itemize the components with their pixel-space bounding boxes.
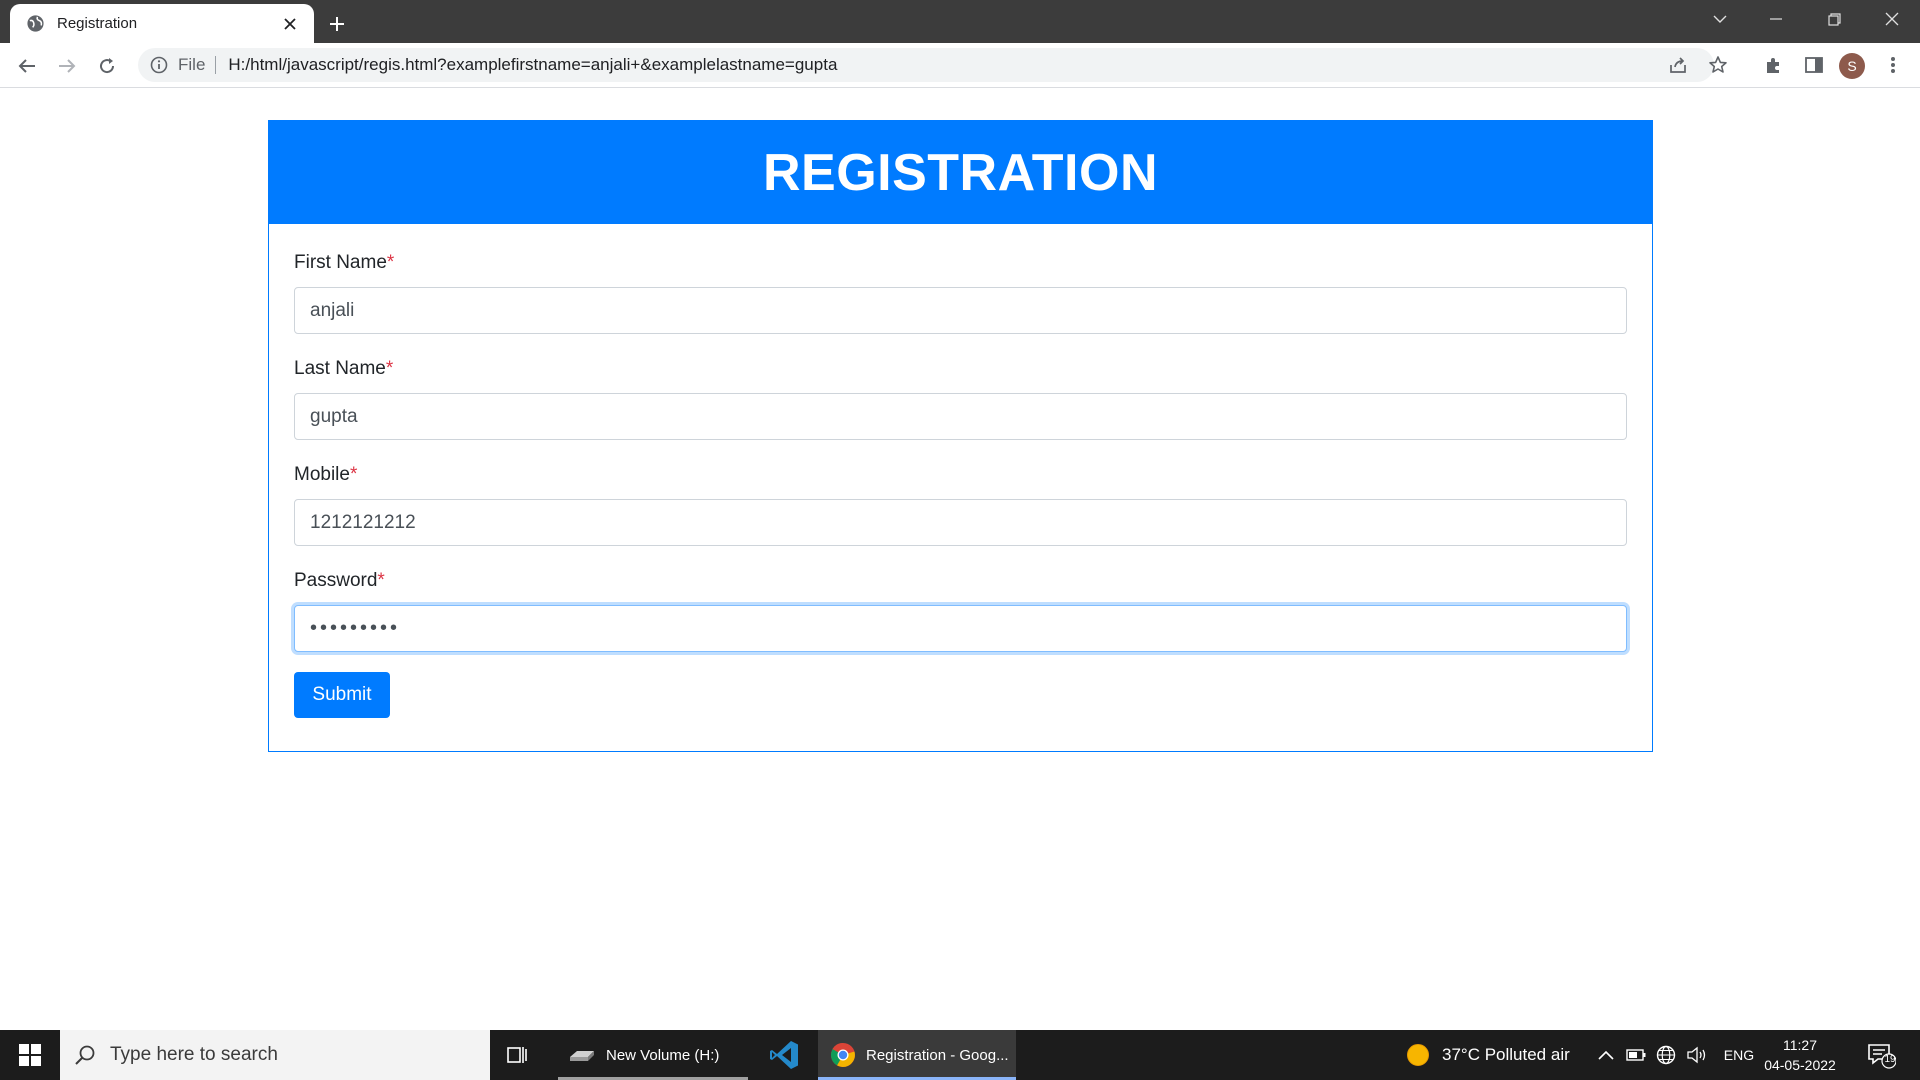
- address-bar[interactable]: File H:/html/javascript/regis.html?examp…: [138, 48, 1727, 82]
- close-icon[interactable]: [280, 14, 300, 34]
- clock-date: 04-05-2022: [1764, 1057, 1836, 1073]
- back-button[interactable]: [11, 50, 43, 82]
- registration-form: First Name* anjali Last Name* gupta Mobi…: [269, 224, 1652, 718]
- password-input[interactable]: •••••••••: [294, 605, 1627, 652]
- system-tray: 37°C Polluted air ENG: [1406, 1030, 1754, 1080]
- required-marker: *: [386, 252, 395, 273]
- browser-tab[interactable]: Registration: [10, 4, 314, 43]
- language-indicator[interactable]: ENG: [1724, 1047, 1754, 1063]
- taskbar-app-file-explorer[interactable]: New Volume (H:): [568, 1030, 719, 1080]
- last-name-group: Last Name* gupta: [294, 354, 1627, 440]
- task-view-icon[interactable]: [505, 1030, 529, 1080]
- first-name-group: First Name* anjali: [294, 248, 1627, 334]
- close-window-button[interactable]: [1864, 0, 1920, 38]
- browser-toolbar: File H:/html/javascript/regis.html?examp…: [0, 43, 1920, 88]
- minimize-button[interactable]: [1748, 0, 1804, 38]
- taskbar-clock[interactable]: 11:27 04-05-2022: [1760, 1035, 1840, 1075]
- battery-icon[interactable]: [1626, 1049, 1646, 1061]
- first-name-label: First Name*: [294, 252, 395, 273]
- card-header: REGISTRATION: [269, 121, 1652, 224]
- url-text[interactable]: H:/html/javascript/regis.html?examplefir…: [228, 55, 837, 75]
- taskbar: Type here to search New Volume (H:) Regi…: [0, 1030, 1920, 1080]
- search-placeholder: Type here to search: [110, 1044, 278, 1065]
- volume-icon[interactable]: [1686, 1046, 1708, 1064]
- registration-card: REGISTRATION First Name* anjali Last Nam…: [268, 120, 1653, 752]
- restore-button[interactable]: [1806, 0, 1862, 38]
- first-name-input[interactable]: anjali: [294, 287, 1627, 334]
- taskbar-app-chrome[interactable]: Registration - Goog...: [818, 1030, 1016, 1080]
- mobile-label: Mobile*: [294, 464, 358, 485]
- password-label: Password*: [294, 570, 385, 591]
- search-icon: [74, 1044, 96, 1066]
- submit-button[interactable]: Submit: [294, 672, 390, 718]
- url-scheme-label: File: [178, 55, 206, 74]
- bookmark-star-icon[interactable]: [1704, 51, 1732, 79]
- taskbar-app-vscode[interactable]: [768, 1030, 800, 1080]
- info-icon[interactable]: [150, 56, 168, 74]
- taskbar-search-box[interactable]: Type here to search: [60, 1030, 490, 1080]
- weather-text[interactable]: 37°C Polluted air: [1442, 1045, 1570, 1065]
- forward-button[interactable]: [51, 50, 83, 82]
- menu-dots-icon[interactable]: [1879, 51, 1907, 79]
- notification-center-icon[interactable]: 19: [1866, 1030, 1896, 1080]
- extensions-icon[interactable]: [1760, 51, 1788, 79]
- last-name-label: Last Name*: [294, 358, 394, 379]
- required-marker: *: [349, 464, 358, 485]
- mobile-input[interactable]: 1212121212: [294, 499, 1627, 546]
- chevron-up-icon[interactable]: [1598, 1050, 1614, 1060]
- new-tab-button[interactable]: [322, 9, 352, 39]
- tab-search-button[interactable]: [1692, 0, 1748, 38]
- tab-title: Registration: [57, 15, 138, 32]
- drive-icon: [568, 1045, 596, 1065]
- password-group: Password* •••••••••: [294, 566, 1627, 652]
- url-separator: [215, 56, 217, 74]
- side-panel-icon[interactable]: [1800, 51, 1828, 79]
- taskbar-app-label: Registration - Goog...: [866, 1046, 1009, 1064]
- weather-sun-icon[interactable]: [1406, 1043, 1430, 1067]
- chrome-icon: [830, 1042, 856, 1068]
- vscode-icon: [768, 1039, 800, 1071]
- windows-start-icon[interactable]: [0, 1030, 60, 1080]
- globe-icon: [26, 14, 45, 33]
- required-marker: *: [377, 570, 385, 591]
- required-marker: *: [385, 358, 394, 379]
- share-icon[interactable]: [1664, 51, 1692, 79]
- page-title: REGISTRATION: [762, 143, 1159, 202]
- reload-button[interactable]: [91, 50, 123, 82]
- mobile-group: Mobile* 1212121212: [294, 460, 1627, 546]
- last-name-input[interactable]: gupta: [294, 393, 1627, 440]
- taskbar-app-label: New Volume (H:): [606, 1046, 720, 1064]
- clock-time: 11:27: [1783, 1037, 1817, 1053]
- profile-avatar[interactable]: S: [1839, 53, 1865, 79]
- browser-tab-strip: Registration: [0, 0, 1920, 43]
- network-globe-icon[interactable]: [1656, 1045, 1676, 1065]
- notification-count-badge: 19: [1884, 1054, 1896, 1065]
